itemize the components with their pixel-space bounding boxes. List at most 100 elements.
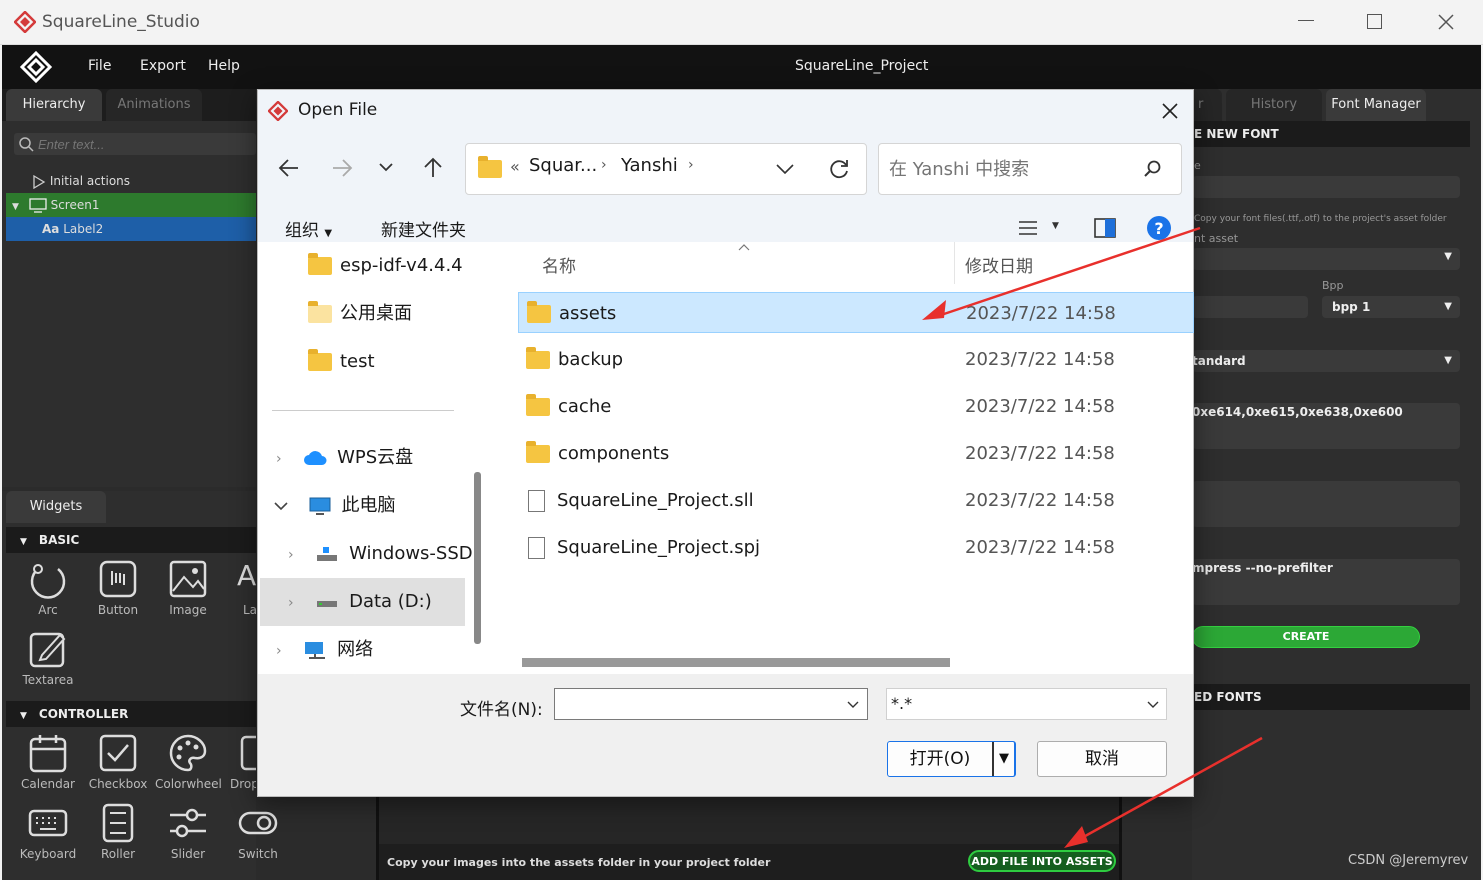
up-arrow-icon[interactable] (423, 156, 443, 178)
file-type-select[interactable]: *.* (886, 688, 1167, 720)
tab-inspector[interactable]: r (1192, 89, 1222, 121)
widget-button[interactable]: Button (85, 559, 151, 617)
address-history-chevron-icon[interactable] (776, 164, 794, 174)
menu-help[interactable]: Help (208, 58, 240, 74)
column-divider[interactable] (954, 242, 955, 284)
horizontal-scrollbar-thumb[interactable] (522, 658, 950, 667)
expand-chevron-icon[interactable]: › (276, 643, 282, 659)
font-render-select[interactable]: tandard ▼ (1192, 350, 1460, 372)
search-icon (1144, 160, 1161, 177)
tab-hierarchy[interactable]: Hierarchy (6, 89, 102, 121)
file-row[interactable]: backup 2023/7/22 14:58 (518, 339, 1194, 380)
tab-history[interactable]: History (1226, 89, 1322, 121)
nav-item-network[interactable]: › 网络 (276, 626, 373, 674)
caret-down-icon: ▼ (324, 228, 333, 239)
file-row[interactable]: cache 2023/7/22 14:58 (518, 386, 1194, 427)
expand-chevron-icon[interactable]: › (288, 595, 294, 611)
widget-slider[interactable]: Slider (155, 803, 221, 861)
font-range-textarea[interactable]: 0xe614,0xe615,0xe638,0xe600 (1192, 403, 1460, 449)
back-arrow-icon[interactable] (278, 158, 300, 178)
view-options-icon[interactable] (1018, 220, 1038, 236)
file-row[interactable]: components 2023/7/22 14:58 (518, 433, 1194, 474)
section-controller[interactable]: ▼ CONTROLLER (6, 701, 256, 727)
preview-pane-icon[interactable] (1094, 218, 1116, 238)
column-header-modified[interactable]: 修改日期 (965, 252, 1033, 277)
tree-item-screen1[interactable]: ▼ Screen1 (6, 193, 256, 217)
create-font-button[interactable]: CREATE (1192, 626, 1420, 648)
nav-item-test[interactable]: test (308, 338, 375, 386)
section-basic[interactable]: ▼ BASIC (6, 527, 256, 553)
search-input[interactable] (889, 156, 1139, 182)
nav-item-data-d[interactable]: › Data (D:) (288, 578, 432, 626)
collapse-chevron-icon[interactable] (274, 501, 288, 511)
new-folder-button[interactable]: 新建文件夹 (381, 216, 466, 241)
refresh-icon[interactable] (828, 158, 850, 180)
view-caret-icon[interactable]: ▼ (1052, 221, 1059, 231)
widget-textarea[interactable]: Textarea (15, 629, 81, 687)
filename-combobox[interactable] (554, 688, 868, 720)
address-bar[interactable]: « Squar... › Yanshi › (465, 143, 867, 195)
hierarchy-search[interactable] (14, 133, 256, 155)
file-row[interactable]: SquareLine_Project.sll 2023/7/22 14:58 (518, 480, 1194, 521)
dialog-close-icon[interactable] (1162, 103, 1178, 119)
search-box[interactable] (878, 143, 1182, 195)
breadcrumb-separator-icon[interactable]: › (688, 157, 694, 173)
breadcrumb-separator-icon[interactable]: › (601, 157, 607, 173)
tree-item-initial-actions[interactable]: Initial actions (2, 169, 256, 193)
file-row[interactable]: assets 2023/7/22 14:58 (518, 292, 1194, 333)
close-icon[interactable] (1438, 14, 1454, 30)
widget-colorwheel[interactable]: Colorwheel (155, 733, 222, 791)
font-symbols-textarea[interactable] (1192, 481, 1460, 527)
tab-animations[interactable]: Animations (106, 89, 202, 121)
filename-input[interactable] (559, 692, 839, 716)
breadcrumb-overflow[interactable]: « (510, 157, 520, 176)
font-asset-label: nt asset (1194, 232, 1239, 245)
nav-item-public-desktop[interactable]: 公用桌面 (308, 290, 412, 338)
bpp-select[interactable]: bpp 1 ▼ (1322, 296, 1460, 318)
widget-switch[interactable]: Switch (225, 803, 291, 861)
widget-arc[interactable]: Arc (15, 559, 81, 617)
widget-roller[interactable]: Roller (85, 803, 151, 861)
file-row[interactable]: SquareLine_Project.spj 2023/7/22 14:58 (518, 527, 1194, 568)
tree-item-label2[interactable]: Aa Label2 (6, 217, 256, 241)
cancel-button[interactable]: 取消 (1037, 741, 1167, 777)
widget-checkbox[interactable]: Checkbox (85, 733, 151, 791)
font-size-input[interactable] (1192, 296, 1308, 318)
help-icon[interactable]: ? (1146, 215, 1172, 241)
open-button[interactable]: 打开(O) ▼ (887, 741, 1016, 777)
tab-font-manager[interactable]: Font Manager (1326, 89, 1426, 121)
breadcrumb-yanshi[interactable]: Yanshi (621, 155, 678, 176)
font-asset-select[interactable]: ▼ (1192, 248, 1460, 270)
widget-image[interactable]: Image (155, 559, 221, 617)
font-extra-args-textarea[interactable]: mpress --no-prefilter (1192, 559, 1460, 605)
font-name-input[interactable] (1192, 176, 1460, 198)
expand-icon[interactable]: ▼ (12, 202, 19, 212)
organize-menu[interactable]: 组织 ▼ (285, 216, 332, 241)
tab-widgets[interactable]: Widgets (6, 491, 106, 523)
widget-dropdown[interactable]: Drop (225, 733, 256, 791)
widget-calendar[interactable]: Calendar (15, 733, 81, 791)
expand-chevron-icon[interactable]: › (288, 547, 294, 563)
folder-icon (308, 349, 332, 371)
maximize-icon[interactable] (1367, 14, 1382, 29)
forward-arrow-icon[interactable] (331, 158, 353, 178)
open-options-caret-icon[interactable]: ▼ (992, 742, 1014, 776)
widget-label[interactable]: A La (225, 559, 256, 617)
minimize-icon[interactable] (1298, 20, 1314, 21)
recent-locations-chevron-icon[interactable] (379, 162, 393, 172)
nav-item-windows-ssd[interactable]: › Windows-SSD (288, 530, 496, 578)
hierarchy-search-input[interactable] (38, 134, 248, 154)
menu-file[interactable]: File (88, 58, 111, 74)
nav-item-this-pc[interactable]: 此电脑 (274, 482, 395, 530)
column-header-name[interactable]: 名称 (542, 252, 576, 277)
widget-keyboard[interactable]: Keyboard (15, 803, 81, 861)
expand-chevron-icon[interactable]: › (276, 451, 282, 467)
breadcrumb-squareline[interactable]: Squar... (529, 155, 597, 176)
nav-item-wps-cloud[interactable]: › WPS云盘 (276, 434, 413, 482)
nav-scrollbar-thumb[interactable] (474, 472, 481, 644)
add-file-into-assets-button[interactable]: ADD FILE INTO ASSETS (968, 850, 1116, 872)
slider-icon (170, 808, 206, 838)
menu-export[interactable]: Export (140, 58, 186, 74)
chevron-down-icon[interactable] (847, 701, 859, 709)
nav-item-esp-idf[interactable]: esp-idf-v4.4.4 (308, 242, 463, 290)
